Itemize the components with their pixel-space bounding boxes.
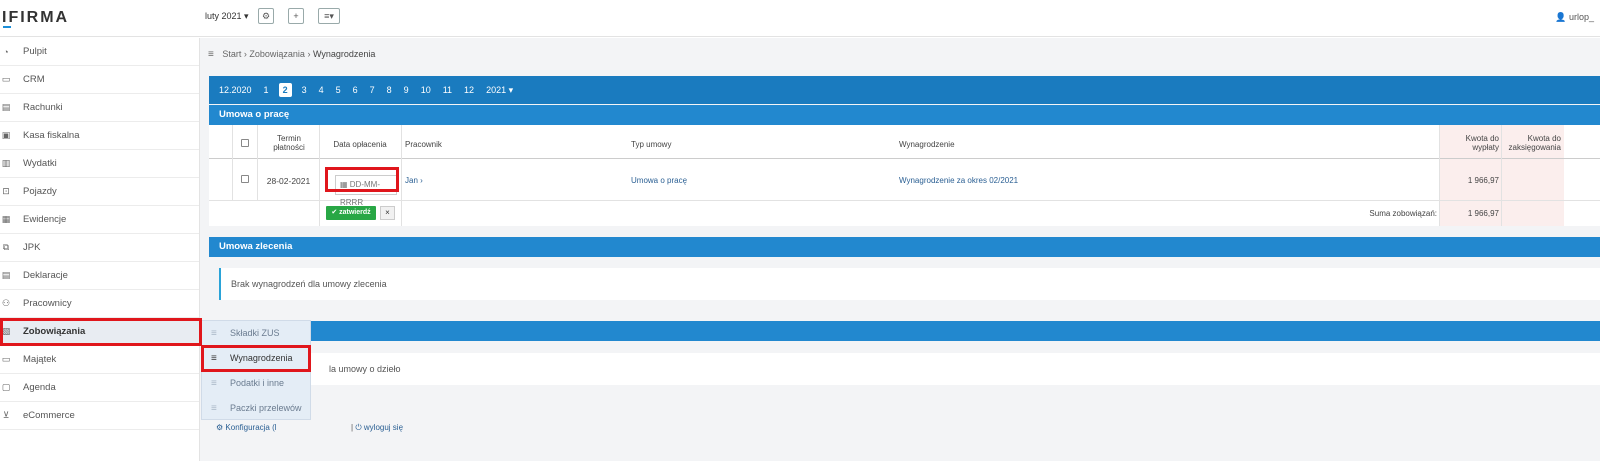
sidebar-item-ewidencje[interactable]: ▦ Ewidencje [0,206,199,234]
section-umowa-zlecenia: Umowa zlecenia [209,237,1600,257]
calendar-icon: ▢ [1,382,11,392]
receipt-icon: ▥ [1,158,11,168]
gear-doc-icon[interactable]: ⚙ [258,8,274,24]
month-11[interactable]: 11 [437,85,458,95]
empty-zlecenia-message: Brak wynagrodzeń dla umowy zlecenia [219,268,1600,300]
row-wynagrodzenie-link[interactable]: Wynagrodzenie za okres 02/2021 [899,176,1018,185]
row-checkbox[interactable] [241,175,249,183]
files-icon: ⧉ [2,242,10,252]
month-navigation: 12.2020 1 2 3 4 5 6 7 8 9 10 11 12 2021 … [209,76,1600,104]
monitor-icon: ▭ [1,354,11,364]
building-icon: ▦ [1,214,11,224]
month-12[interactable]: 12 [458,85,480,95]
cart-icon: ⊻ [2,410,10,420]
sidebar: ◔ Pulpit ▭ CRM ▤ Rachunki ▣ Kasa fiskalna ▥ W… [0,38,200,461]
month-9[interactable]: 9 [398,85,415,95]
document-menu-icon[interactable]: ≡▾ [318,8,340,24]
month-5[interactable]: 5 [330,85,347,95]
sidebar-item-deklaracje[interactable]: ▤ Deklaracje [0,262,199,290]
sidebar-item-crm[interactable]: ▭ CRM [0,66,199,94]
umowa-o-prace-table: Termin płatności Data opłacenia Pracowni… [209,125,1600,226]
submenu-podatki-i-inne[interactable]: ≡ Podatki i inne [202,371,310,396]
top-bar: IFIRMA luty 2021 ▾ ⚙ + ≡▾ 👤 urlop_ [0,0,1600,37]
col-typ-umowy[interactable]: Typ umowy [631,140,671,149]
power-icon: ⏻ [355,423,362,432]
breadcrumb: ≡ Start › Zobowiązania › Wynagrodzenia [208,49,376,60]
sum-value: 1 966,97 [1467,209,1499,218]
submenu-skladki-zus[interactable]: ≡ Składki ZUS [202,321,310,346]
config-link[interactable]: Konfiguracja (l [225,423,276,432]
menu-toggle-icon[interactable]: ≡ [208,49,214,60]
sidebar-item-jpk[interactable]: ⧉ JPK [0,234,199,262]
sidebar-item-rachunki[interactable]: ▤ Rachunki [0,94,199,122]
col-termin[interactable]: Termin płatności [263,134,315,152]
col-wynagrodzenie[interactable]: Wynagrodzenie [899,140,955,149]
list-icon: ≡ [211,378,217,389]
gauge-icon: ◔ [3,46,9,57]
list-icon: ≡ [211,353,217,364]
breadcrumb-wynagrodzenia: Wynagrodzenia [312,49,376,59]
zobowiazania-submenu: ≡ Składki ZUS ≡ Wynagrodzenia ≡ Podatki i i… [201,320,311,420]
row-kwota: 1 966,97 [1467,176,1499,185]
car-icon: ⊡ [2,186,10,196]
gear-icon: ⚙ [216,423,224,432]
cancel-button[interactable]: × [380,206,395,220]
row-typ-umowy-link[interactable]: Umowa o pracę [631,176,687,185]
month-10[interactable]: 10 [415,85,437,95]
sidebar-item-pulpit[interactable]: ◔ Pulpit [0,38,199,66]
month-6[interactable]: 6 [347,85,364,95]
ifirma-logo[interactable]: IFIRMA [2,9,69,28]
month-4[interactable]: 4 [313,85,330,95]
empty-dzielo-message: la umowy o dzieło [219,353,1600,385]
section-umowa-o-dzielo [209,321,1600,341]
col-data[interactable]: Data opłacenia [321,140,399,149]
main-content: ≡ Start › Zobowiązania › Wynagrodzenia 1… [200,38,1600,461]
submenu-paczki-przelewow[interactable]: ≡ Paczki przelewów [202,396,310,421]
period-selector[interactable]: luty 2021 ▾ [205,11,249,22]
col-kwota-wyplaty[interactable]: Kwota do wypłaty [1445,134,1499,152]
sidebar-item-kasa-fiskalna[interactable]: ▣ Kasa fiskalna [0,122,199,150]
user-icon: 👤 [1555,12,1567,22]
sum-label: Suma zobowiązań: [1369,209,1437,218]
month-prev-link[interactable]: 12.2020 [209,85,258,95]
sidebar-item-pojazdy[interactable]: ⊡ Pojazdy [0,178,199,206]
sidebar-item-majatek[interactable]: ▭ Majątek [0,346,199,374]
month-8[interactable]: 8 [381,85,398,95]
footer: ⚙ Konfiguracja (l | ⏻ wyloguj się [216,423,404,432]
month-3[interactable]: 3 [296,85,313,95]
window-icon: ▭ [1,74,11,84]
breadcrumb-start[interactable]: Start [222,49,241,59]
sidebar-item-pracownicy[interactable]: ⚇ Pracownicy [0,290,199,318]
register-icon: ▣ [1,130,11,140]
month-1[interactable]: 1 [258,85,275,95]
sidebar-item-wydatki[interactable]: ▥ Wydatki [0,150,199,178]
list-icon: ≡ [211,403,217,414]
col-kwota-zaksiegowania[interactable]: Kwota do zaksięgowania [1505,134,1561,152]
row-termin: 28-02-2021 [266,176,311,186]
breadcrumb-zobowiazania[interactable]: Zobowiązania [249,49,305,59]
user-menu[interactable]: 👤 urlop_ [1555,12,1594,23]
sidebar-item-ecommerce[interactable]: ⊻ eCommerce [0,402,199,430]
people-icon: ⚇ [1,298,11,308]
month-7[interactable]: 7 [364,85,381,95]
section-umowa-o-prace: Umowa o pracę [209,105,1600,125]
submenu-wynagrodzenia[interactable]: ≡ Wynagrodzenia [202,346,310,371]
clipboard-icon: ▧ [1,326,11,336]
year-dropdown[interactable]: 2021 ▾ [480,85,519,96]
sidebar-item-zobowiazania[interactable]: ▧ Zobowiązania [0,318,199,346]
add-document-icon[interactable]: + [288,8,304,24]
calendar-icon: ▦ [340,180,350,189]
form-icon: ▤ [1,270,11,280]
document-icon: ▤ [1,102,11,112]
select-all-checkbox[interactable] [241,139,249,147]
month-2-current[interactable]: 2 [278,83,292,97]
payment-date-input[interactable]: ▦ DD-MM-RRRR [335,175,397,207]
list-icon: ≡ [211,328,217,339]
sidebar-item-agenda[interactable]: ▢ Agenda [0,374,199,402]
approve-button[interactable]: ✔ zatwierdź [326,206,376,220]
row-pracownik-link[interactable]: Jan › [405,176,423,185]
col-pracownik[interactable]: Pracownik [405,140,442,149]
logout-link[interactable]: wyloguj się [364,423,403,432]
